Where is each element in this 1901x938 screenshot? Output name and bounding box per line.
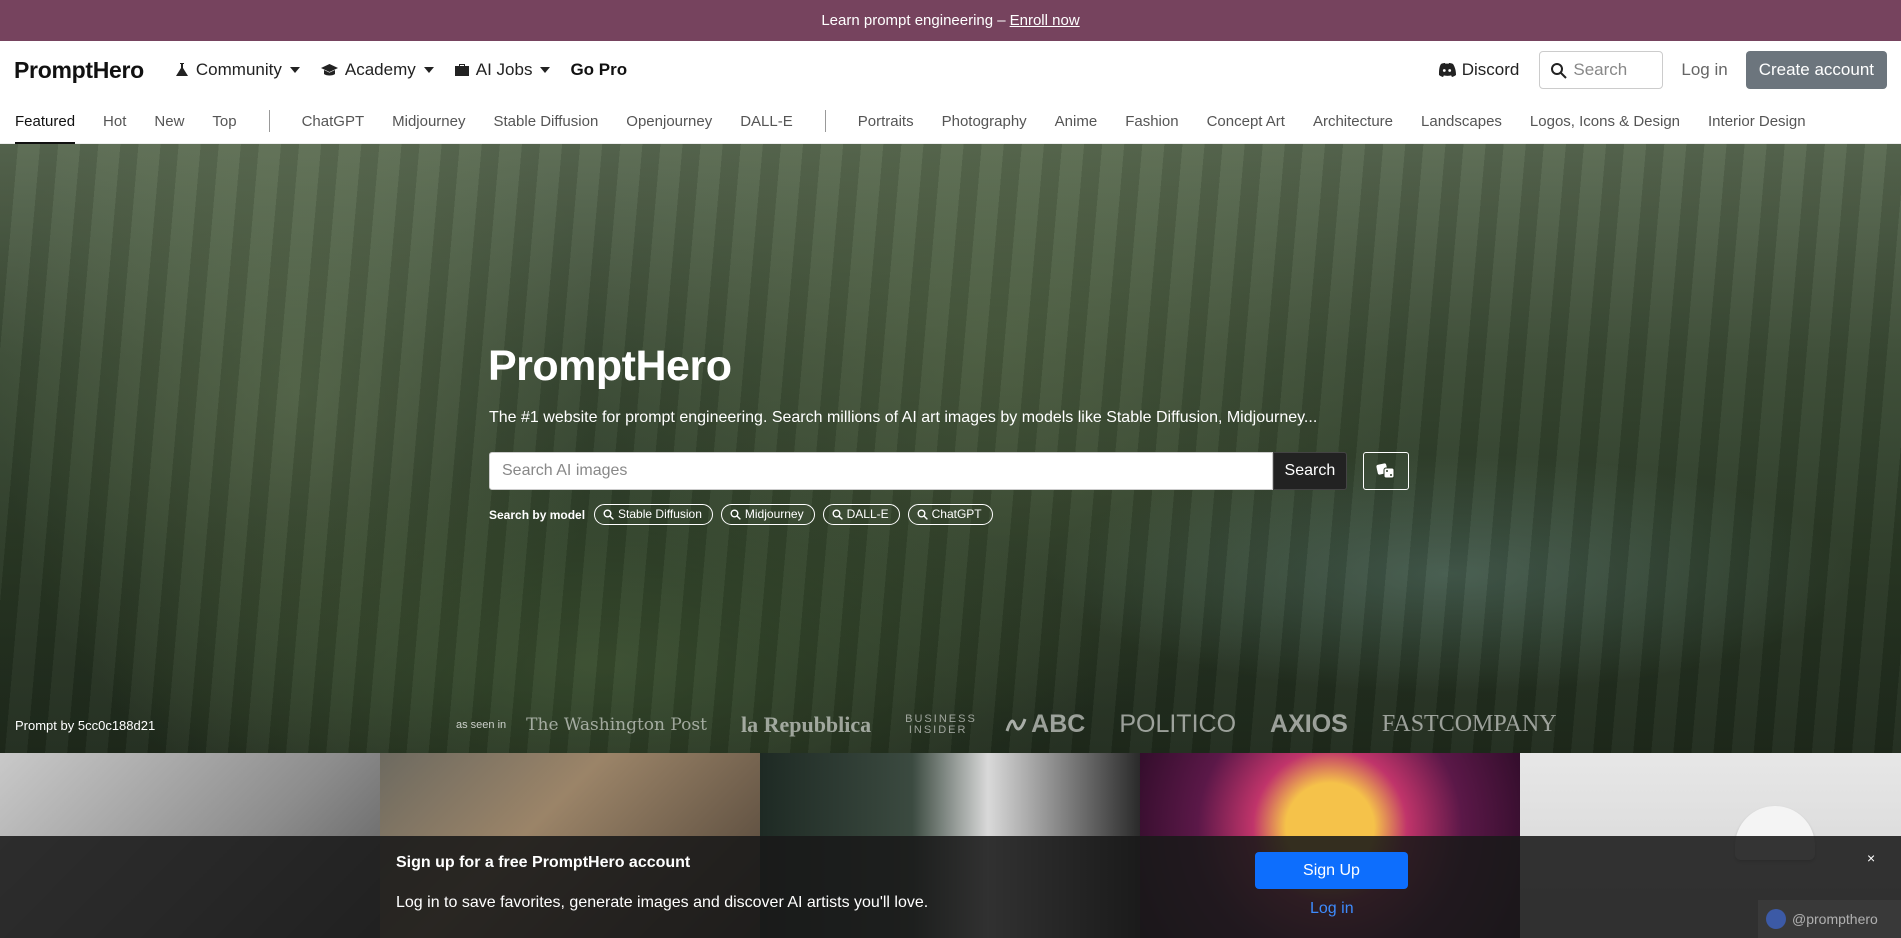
tab-photography[interactable]: Photography (942, 99, 1027, 144)
hero-content: PromptHero The #1 website for prompt eng… (488, 342, 1409, 525)
chevron-down-icon (540, 67, 551, 73)
model-pill-chatgpt[interactable]: ChatGPT (907, 504, 993, 525)
model-pill-label: Midjourney (744, 507, 804, 521)
graduation-cap-icon (320, 64, 338, 76)
search-icon (917, 509, 928, 520)
model-pill-dall-e[interactable]: DALL-E (822, 504, 900, 525)
tab-midjourney[interactable]: Midjourney (392, 99, 465, 144)
business-insider-logo: BUSINESS INSIDER (905, 712, 977, 736)
la-repubblica-logo: la Repubblica (740, 711, 872, 737)
tab-interior-design[interactable]: Interior Design (1708, 99, 1806, 144)
hero-title: PromptHero (488, 342, 732, 390)
tab-anime[interactable]: Anime (1055, 99, 1098, 144)
model-filters: Search by model Stable Diffusion Midjour… (489, 504, 1409, 525)
tab-top[interactable]: Top (212, 99, 236, 144)
discord-link[interactable]: Discord (1438, 60, 1520, 80)
watermark: @prompthero (1758, 900, 1901, 938)
abc-logo-text: ABC (1031, 710, 1086, 738)
axios-logo: AXIOS (1270, 710, 1348, 738)
model-pill-label: ChatGPT (931, 507, 982, 521)
nav-academy-label: Academy (344, 60, 416, 79)
tab-architecture[interactable]: Architecture (1313, 99, 1393, 144)
brand-logo[interactable]: PromptHero (14, 57, 144, 84)
as-seen-in: as seen in The Washington Post la Repubb… (456, 710, 1557, 739)
enroll-link[interactable]: Enroll now (1010, 12, 1080, 29)
model-pill-label: DALL-E (846, 507, 889, 521)
nav-search-input[interactable]: Search (1539, 51, 1664, 89)
hero-section: PromptHero The #1 website for prompt eng… (0, 144, 1901, 753)
nav-ai-jobs-label: AI Jobs (475, 60, 533, 79)
nav-right: Discord Search Log in Create account (1438, 51, 1887, 89)
discord-icon (1438, 63, 1456, 77)
tab-landscapes[interactable]: Landscapes (1421, 99, 1502, 144)
washington-post-logo: The Washington Post (526, 714, 707, 735)
signup-button[interactable]: Sign Up (1255, 852, 1408, 889)
tab-logos-icons-design[interactable]: Logos, Icons & Design (1530, 99, 1680, 144)
abc-mark-icon (1005, 718, 1027, 732)
close-icon[interactable]: × (1867, 850, 1875, 866)
search-icon (832, 509, 843, 520)
nav-search-placeholder: Search (1573, 60, 1628, 79)
nav-go-pro[interactable]: Go Pro (570, 60, 627, 80)
model-pill-stable-diffusion[interactable]: Stable Diffusion (594, 504, 713, 525)
tab-portraits[interactable]: Portraits (858, 99, 914, 144)
search-icon (730, 509, 741, 520)
prompt-credit[interactable]: Prompt by 5cc0c188d21 (15, 718, 155, 733)
tab-fashion[interactable]: Fashion (1125, 99, 1178, 144)
chevron-down-icon (423, 67, 434, 73)
nav-community-label: Community (195, 60, 282, 79)
models-label: Search by model (489, 507, 586, 522)
briefcase-icon (454, 64, 469, 76)
tab-new[interactable]: New (154, 99, 184, 144)
nav-academy[interactable]: Academy (320, 60, 434, 80)
tab-featured[interactable]: Featured (15, 99, 76, 144)
tab-dall-e[interactable]: DALL-E (740, 99, 793, 144)
main-navbar: PromptHero Community Academy AI Jobs Go … (0, 41, 1901, 99)
tab-chatgpt[interactable]: ChatGPT (302, 99, 365, 144)
tab-openjourney[interactable]: Openjourney (626, 99, 712, 144)
hero-search: Search AI images Search (489, 452, 1409, 490)
category-subnav: Featured Hot New Top ChatGPT Midjourney … (0, 99, 1901, 144)
discord-label: Discord (1461, 60, 1520, 79)
politico-logo: POLITICO (1119, 710, 1237, 738)
nav-links: Community Academy AI Jobs Go Pro (174, 60, 627, 80)
signup-prompt: Sign up for a free PromptHero account Lo… (0, 836, 1901, 938)
chevron-down-icon (289, 67, 300, 73)
model-pill-midjourney[interactable]: Midjourney (720, 504, 815, 525)
banner-text: Learn prompt engineering – (821, 12, 1006, 29)
nav-community[interactable]: Community (174, 60, 300, 80)
signup-title: Sign up for a free PromptHero account (396, 854, 691, 871)
divider (824, 110, 826, 132)
tab-concept-art[interactable]: Concept Art (1207, 99, 1285, 144)
search-icon (1551, 62, 1568, 79)
signup-text: Log in to save favorites, generate image… (396, 894, 929, 911)
flask-icon (175, 63, 188, 76)
model-pill-label: Stable Diffusion (618, 507, 702, 521)
signup-login-link[interactable]: Log in (1310, 900, 1354, 918)
as-seen-label: as seen in (456, 718, 507, 731)
divider (268, 110, 270, 132)
random-prompt-button[interactable] (1363, 452, 1409, 490)
login-link[interactable]: Log in (1675, 60, 1733, 80)
create-account-button[interactable]: Create account (1745, 51, 1887, 89)
hero-search-input[interactable]: Search AI images (489, 452, 1273, 490)
abc-logo: ABC (1005, 710, 1085, 739)
tab-stable-diffusion[interactable]: Stable Diffusion (494, 99, 599, 144)
promo-banner: Learn prompt engineering – Enroll now (0, 0, 1901, 41)
watermark-text: @prompthero (1792, 911, 1878, 927)
tab-hot[interactable]: Hot (103, 99, 126, 144)
fast-company-logo: FASTCOMPANY (1381, 711, 1557, 737)
avatar (1766, 909, 1786, 929)
hero-search-button[interactable]: Search (1272, 452, 1348, 490)
search-icon (603, 509, 614, 520)
dice-icon (1376, 463, 1395, 479)
hero-subtitle: The #1 website for prompt engineering. S… (489, 409, 1318, 426)
nav-ai-jobs[interactable]: AI Jobs (454, 60, 551, 80)
